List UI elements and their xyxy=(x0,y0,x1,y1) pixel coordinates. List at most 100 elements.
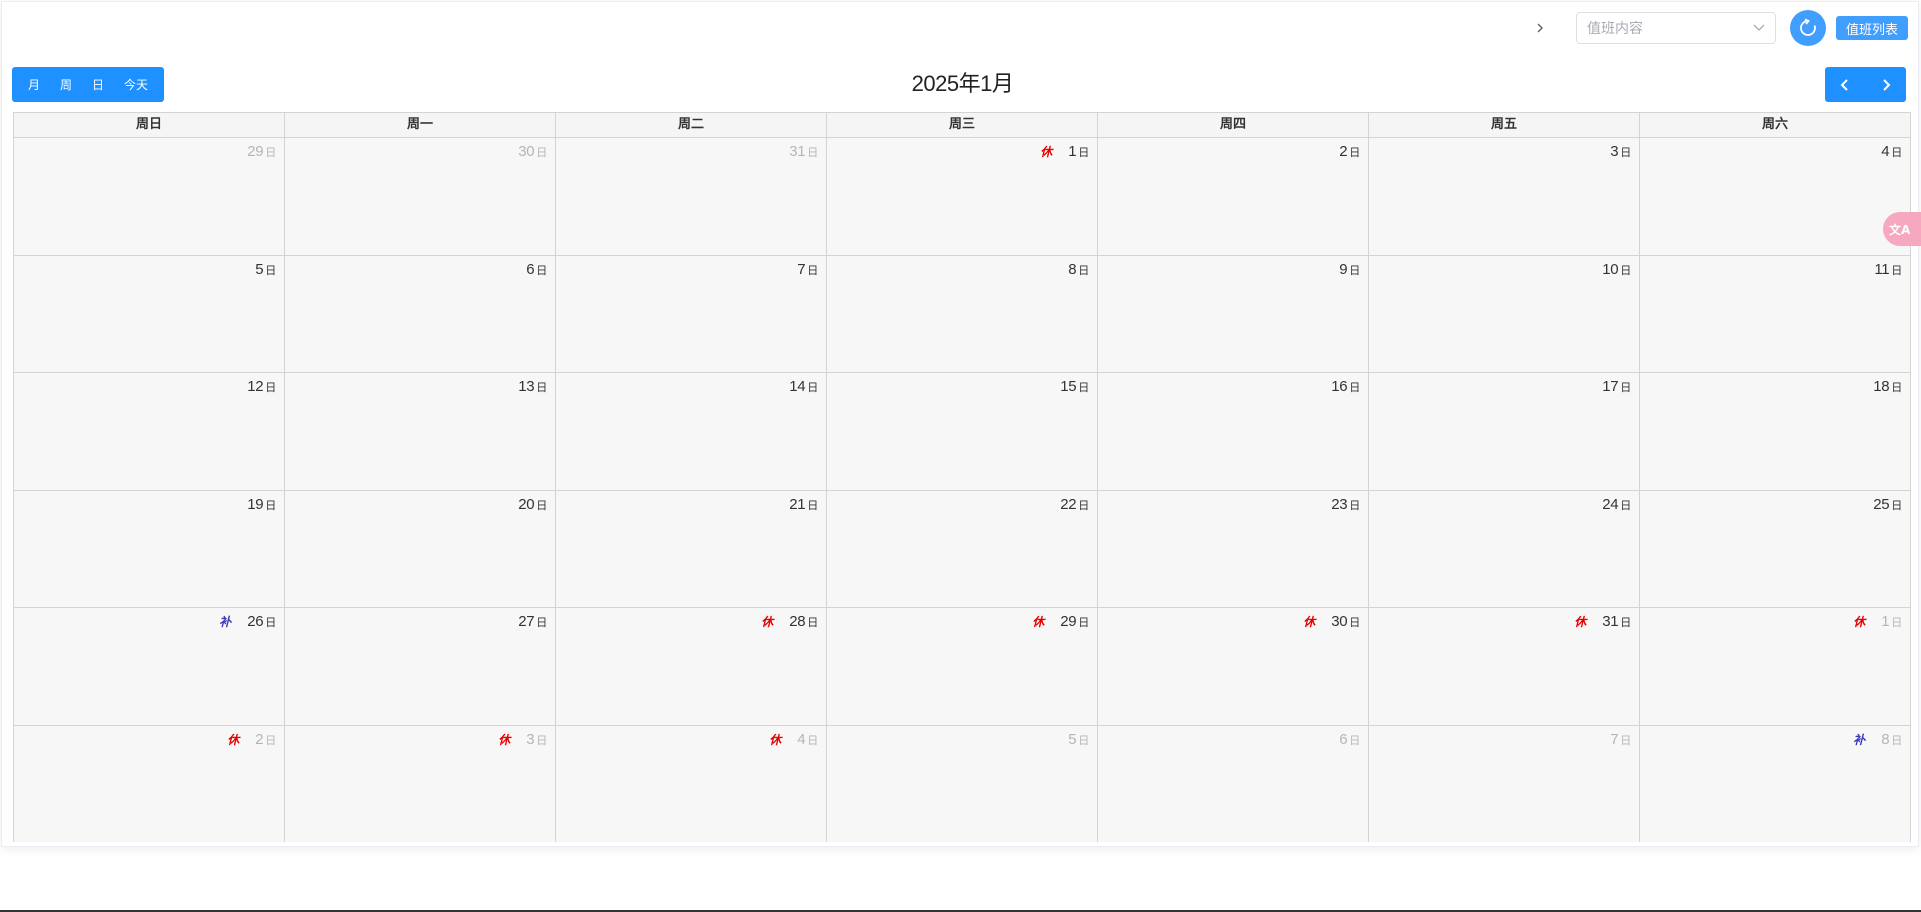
day-cell[interactable]: 休 1日 xyxy=(827,138,1098,255)
day-number-value: 8 xyxy=(1068,260,1077,278)
day-cell[interactable]: 17 日 xyxy=(1369,373,1640,490)
day-cell[interactable]: 11 日 xyxy=(1640,255,1910,372)
day-suffix: 日 xyxy=(1620,499,1631,512)
day-number-value: 3 xyxy=(526,730,535,748)
chevron-down-icon xyxy=(1753,24,1765,31)
day-cell[interactable]: 4日 xyxy=(1640,138,1910,255)
day-cell[interactable]: 7日 xyxy=(556,255,827,372)
day-cell[interactable]: 27 日 xyxy=(285,608,556,725)
day-cell[interactable]: 22 日 xyxy=(827,490,1098,607)
day-number-value: 14 xyxy=(789,378,806,395)
weekday-fri: 周五 xyxy=(1369,113,1640,137)
day-cell[interactable]: 补 26 日 xyxy=(14,608,285,725)
day-cell[interactable]: 23 日 xyxy=(1098,490,1369,607)
day-cell[interactable]: 30 日 xyxy=(285,138,556,255)
day-cell[interactable]: 休4日 xyxy=(556,725,827,842)
day-number-value: 16 xyxy=(1331,378,1348,395)
day-suffix: 日 xyxy=(1620,617,1631,629)
day-number: 12 日 xyxy=(247,378,276,395)
day-number: 4日 xyxy=(797,731,818,748)
day-cell[interactable]: 15 日 xyxy=(827,373,1098,490)
calendar-card: 值班内容 值班列表 月 周 日 今天 2025年1月 周日 周一 周二 周三 周… xyxy=(1,1,1919,847)
day-cell[interactable]: 6日 xyxy=(1098,725,1369,842)
day-header: 13 日 xyxy=(518,378,547,395)
day-cell[interactable]: 5日 xyxy=(827,725,1098,842)
day-number-value: 29 xyxy=(1060,613,1077,630)
day-cell[interactable]: 20 日 xyxy=(285,490,556,607)
day-number-value: 26 xyxy=(247,613,264,630)
day-suffix: 日 xyxy=(1891,734,1902,747)
day-number-value: 24 xyxy=(1602,495,1619,513)
day-number-value: 31 xyxy=(789,143,806,160)
month-navigation xyxy=(1825,67,1906,102)
day-number-value: 20 xyxy=(518,495,535,513)
week-row: 12 日 13 日 14 日 15 日 16 日 17 日 18 日 xyxy=(14,373,1910,491)
next-month-button[interactable] xyxy=(1868,67,1904,102)
day-suffix: 日 xyxy=(1620,264,1631,277)
duty-content-select[interactable]: 值班内容 xyxy=(1575,12,1776,44)
day-cell[interactable]: 29 日 xyxy=(14,138,285,255)
top-toolbar: 值班内容 值班列表 xyxy=(1526,10,1908,46)
day-cell[interactable]: 14 日 xyxy=(556,373,827,490)
day-cell[interactable]: 19 日 xyxy=(14,490,285,607)
day-cell[interactable]: 休 29 日 xyxy=(827,608,1098,725)
day-cell[interactable]: 16 日 xyxy=(1098,373,1369,490)
day-cell[interactable]: 休 31 日 xyxy=(1369,608,1640,725)
day-cell[interactable]: 13 日 xyxy=(285,373,556,490)
day-number-value: 17 xyxy=(1602,378,1619,395)
day-suffix: 日 xyxy=(1620,147,1631,159)
refresh-button[interactable] xyxy=(1789,10,1826,46)
day-suffix: 日 xyxy=(265,617,276,629)
day-suffix: 日 xyxy=(1078,382,1089,394)
day-header: 12 日 xyxy=(247,378,276,395)
day-suffix: 日 xyxy=(807,382,818,394)
day-cell[interactable]: 休 28 日 xyxy=(556,608,827,725)
day-header: 6日 xyxy=(1339,731,1360,748)
day-cell[interactable]: 休 30 日 xyxy=(1098,608,1369,725)
day-cell[interactable]: 8日 xyxy=(827,255,1098,372)
day-cell[interactable]: 25 日 xyxy=(1640,490,1910,607)
day-number: 15 日 xyxy=(1060,378,1089,395)
day-cell[interactable]: 休2日 xyxy=(14,725,285,842)
day-cell[interactable]: 休 1日 xyxy=(1640,608,1910,725)
day-cell[interactable]: 休3日 xyxy=(285,725,556,842)
day-cell[interactable]: 5日 xyxy=(14,255,285,372)
day-header: 休 29 日 xyxy=(1032,613,1089,630)
weekday-header: 周日 周一 周二 周三 周四 周五 周六 xyxy=(14,113,1910,138)
day-cell[interactable]: 12 日 xyxy=(14,373,285,490)
day-header: 休4日 xyxy=(769,731,818,748)
prev-month-button[interactable] xyxy=(1827,67,1863,102)
day-cell[interactable]: 3日 xyxy=(1369,138,1640,255)
day-suffix: 日 xyxy=(1620,382,1631,394)
day-number: 13 日 xyxy=(518,378,547,395)
day-header: 7日 xyxy=(797,261,818,278)
day-cell[interactable]: 10 日 xyxy=(1369,255,1640,372)
day-cell[interactable]: 补8日 xyxy=(1640,725,1910,842)
translate-widget[interactable]: 文A xyxy=(1883,212,1921,246)
day-header: 30 日 xyxy=(518,143,547,160)
day-number: 19 日 xyxy=(247,496,276,513)
day-number: 6日 xyxy=(526,261,547,278)
day-cell[interactable]: 7日 xyxy=(1369,725,1640,842)
day-cell[interactable]: 2日 xyxy=(1098,138,1369,255)
chevron-right-icon xyxy=(1537,23,1543,33)
expand-toggle-button[interactable] xyxy=(1526,14,1554,42)
day-cell[interactable]: 21 日 xyxy=(556,490,827,607)
day-number-value: 3 xyxy=(1610,143,1619,160)
holiday-tag: 休 xyxy=(498,732,511,747)
day-header: 休2日 xyxy=(227,731,276,748)
day-number: 4日 xyxy=(1881,143,1902,160)
day-cell[interactable]: 31 日 xyxy=(556,138,827,255)
day-cell[interactable]: 24 日 xyxy=(1369,490,1640,607)
day-number: 31 日 xyxy=(789,143,818,160)
day-number-value: 11 xyxy=(1874,260,1890,278)
day-cell[interactable]: 6日 xyxy=(285,255,556,372)
day-cell[interactable]: 18 日 xyxy=(1640,373,1910,490)
day-suffix: 日 xyxy=(807,499,818,512)
day-cell[interactable]: 9日 xyxy=(1098,255,1369,372)
day-number-value: 6 xyxy=(1339,730,1348,748)
duty-list-button[interactable]: 值班列表 xyxy=(1835,16,1908,40)
day-number-value: 10 xyxy=(1602,260,1619,278)
day-number: 3日 xyxy=(1610,143,1631,160)
day-number: 8日 xyxy=(1881,731,1902,748)
